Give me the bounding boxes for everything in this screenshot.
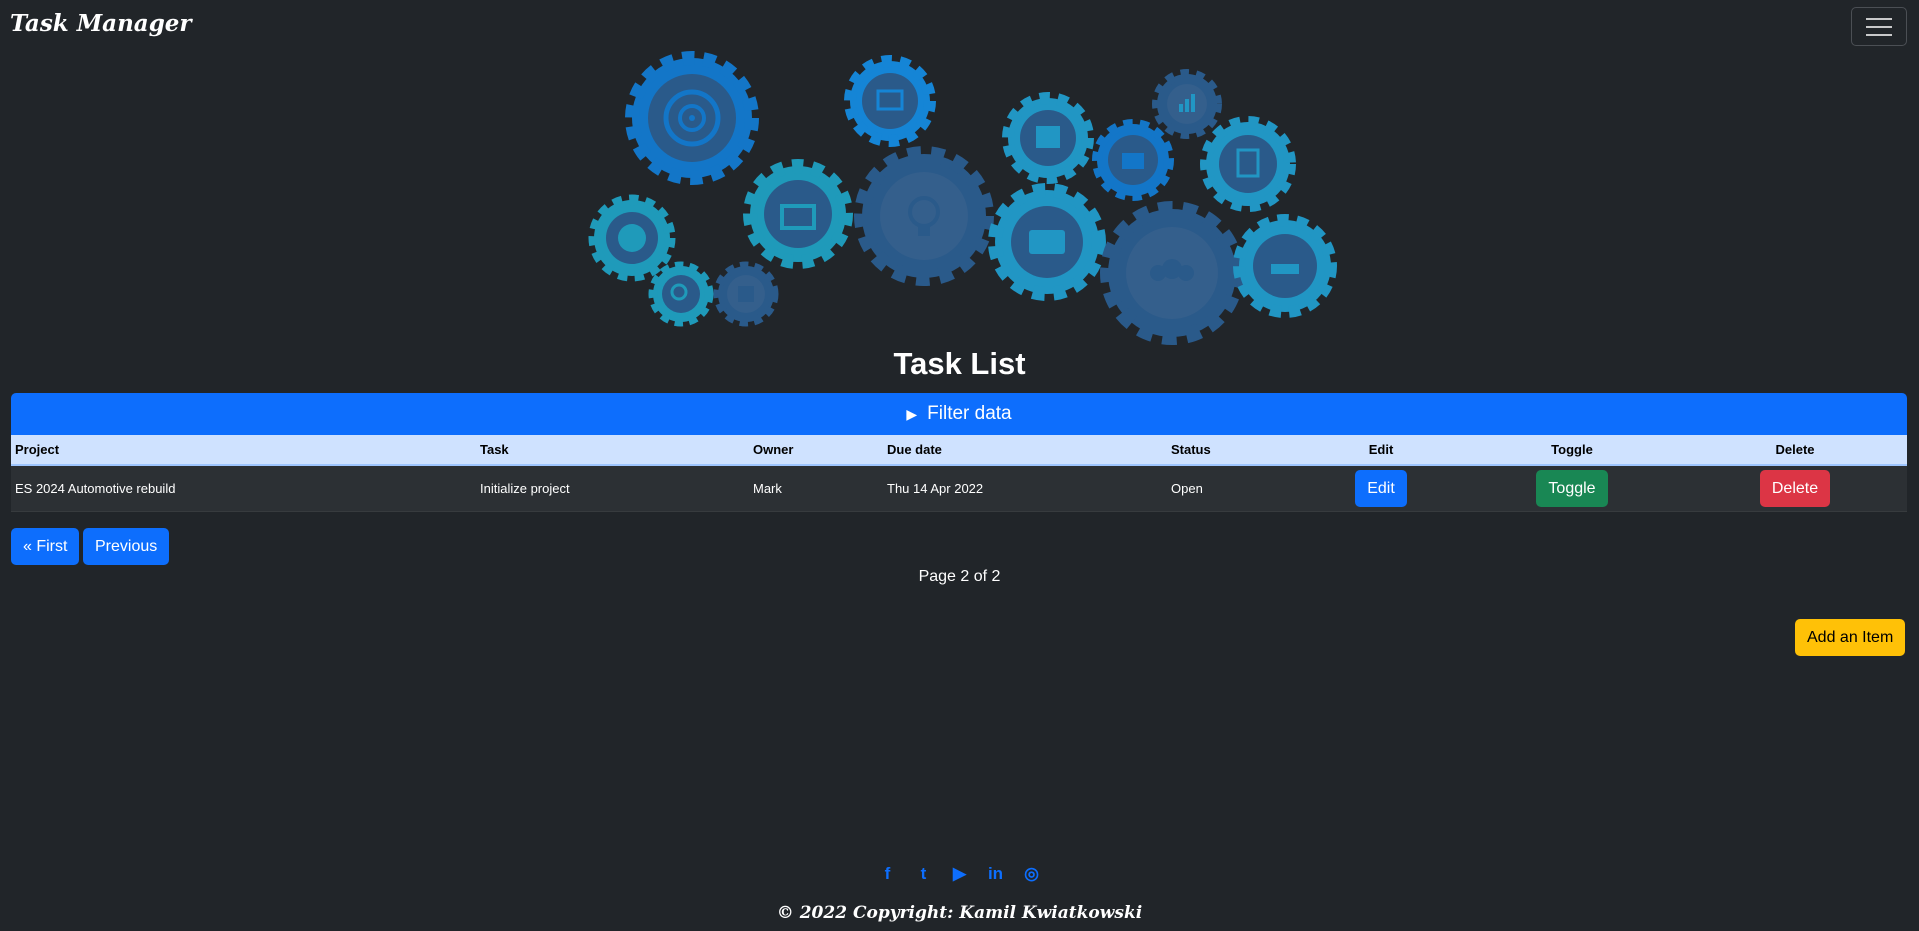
toggle-button[interactable]: Toggle (1536, 469, 1608, 507)
header-owner: Owner (749, 435, 883, 466)
gear-chart-presentation (844, 55, 936, 147)
cell-project: ES 2024 Automotive rebuild (11, 465, 476, 512)
gear-bar-chart (1152, 69, 1222, 139)
gear-magnifier (648, 261, 714, 327)
cell-task: Initialize project (476, 465, 749, 512)
first-page-button[interactable]: « First (11, 528, 80, 565)
table-header-row: Project Task Owner Due date Status Edit … (11, 435, 1907, 466)
gears-illustration (588, 51, 1337, 345)
page-indicator: Page 2 of 2 (918, 568, 1001, 585)
cell-due-date: Thu 14 Apr 2022 (883, 465, 1167, 512)
gear-store (743, 159, 853, 269)
delete-button[interactable]: Delete (1759, 469, 1831, 507)
header-toggle: Toggle (1461, 435, 1683, 466)
gear-lightbulb (854, 146, 994, 286)
hamburger-menu-icon (1866, 17, 1892, 20)
cell-owner: Mark (749, 465, 883, 512)
header-task: Task (476, 435, 749, 466)
add-item-button[interactable]: Add an Item (1795, 619, 1906, 656)
gear-people (1100, 201, 1244, 345)
task-table: Project Task Owner Due date Status Edit … (11, 435, 1907, 512)
gear-target (625, 51, 759, 185)
previous-page-button[interactable]: Previous (83, 528, 170, 565)
facebook-icon[interactable]: f (879, 864, 897, 884)
gear-calendar (1002, 92, 1094, 184)
footer-copyright: © 2022 Copyright: Kamil Kwiatkowski (776, 903, 1143, 923)
header-status: Status (1167, 435, 1301, 466)
page-title: Task List (893, 346, 1026, 381)
navbar: Task Manager (0, 0, 1919, 52)
header-edit: Edit (1301, 435, 1461, 466)
gear-pie-chart (588, 194, 676, 282)
brand-link[interactable]: Task Manager (10, 10, 192, 37)
cell-status: Open (1167, 465, 1301, 512)
header-due-date: Due date (883, 435, 1167, 466)
edit-button[interactable]: Edit (1355, 469, 1407, 507)
filter-label: Filter data (927, 403, 1012, 424)
table-row: ES 2024 Automotive rebuild Initialize pr… (11, 465, 1907, 512)
triangle-right-icon: ▶ (906, 405, 918, 422)
gear-checklist (1200, 116, 1296, 212)
gear-gold-bars (1233, 214, 1337, 318)
linkedin-icon[interactable]: in (987, 864, 1005, 884)
menu-toggle-button[interactable] (1851, 7, 1907, 46)
gear-credit-card (988, 183, 1106, 301)
header-project: Project (11, 435, 476, 466)
filter-toggle[interactable]: ▶ Filter data (11, 393, 1907, 435)
gear-briefcase (1092, 119, 1174, 201)
social-links: f t ▶ in ◎ (0, 864, 1919, 884)
gear-puzzle (713, 261, 779, 327)
twitter-icon[interactable]: t (915, 864, 933, 884)
dribbble-icon[interactable]: ◎ (1023, 864, 1041, 884)
youtube-icon[interactable]: ▶ (951, 864, 969, 884)
header-delete: Delete (1683, 435, 1907, 466)
